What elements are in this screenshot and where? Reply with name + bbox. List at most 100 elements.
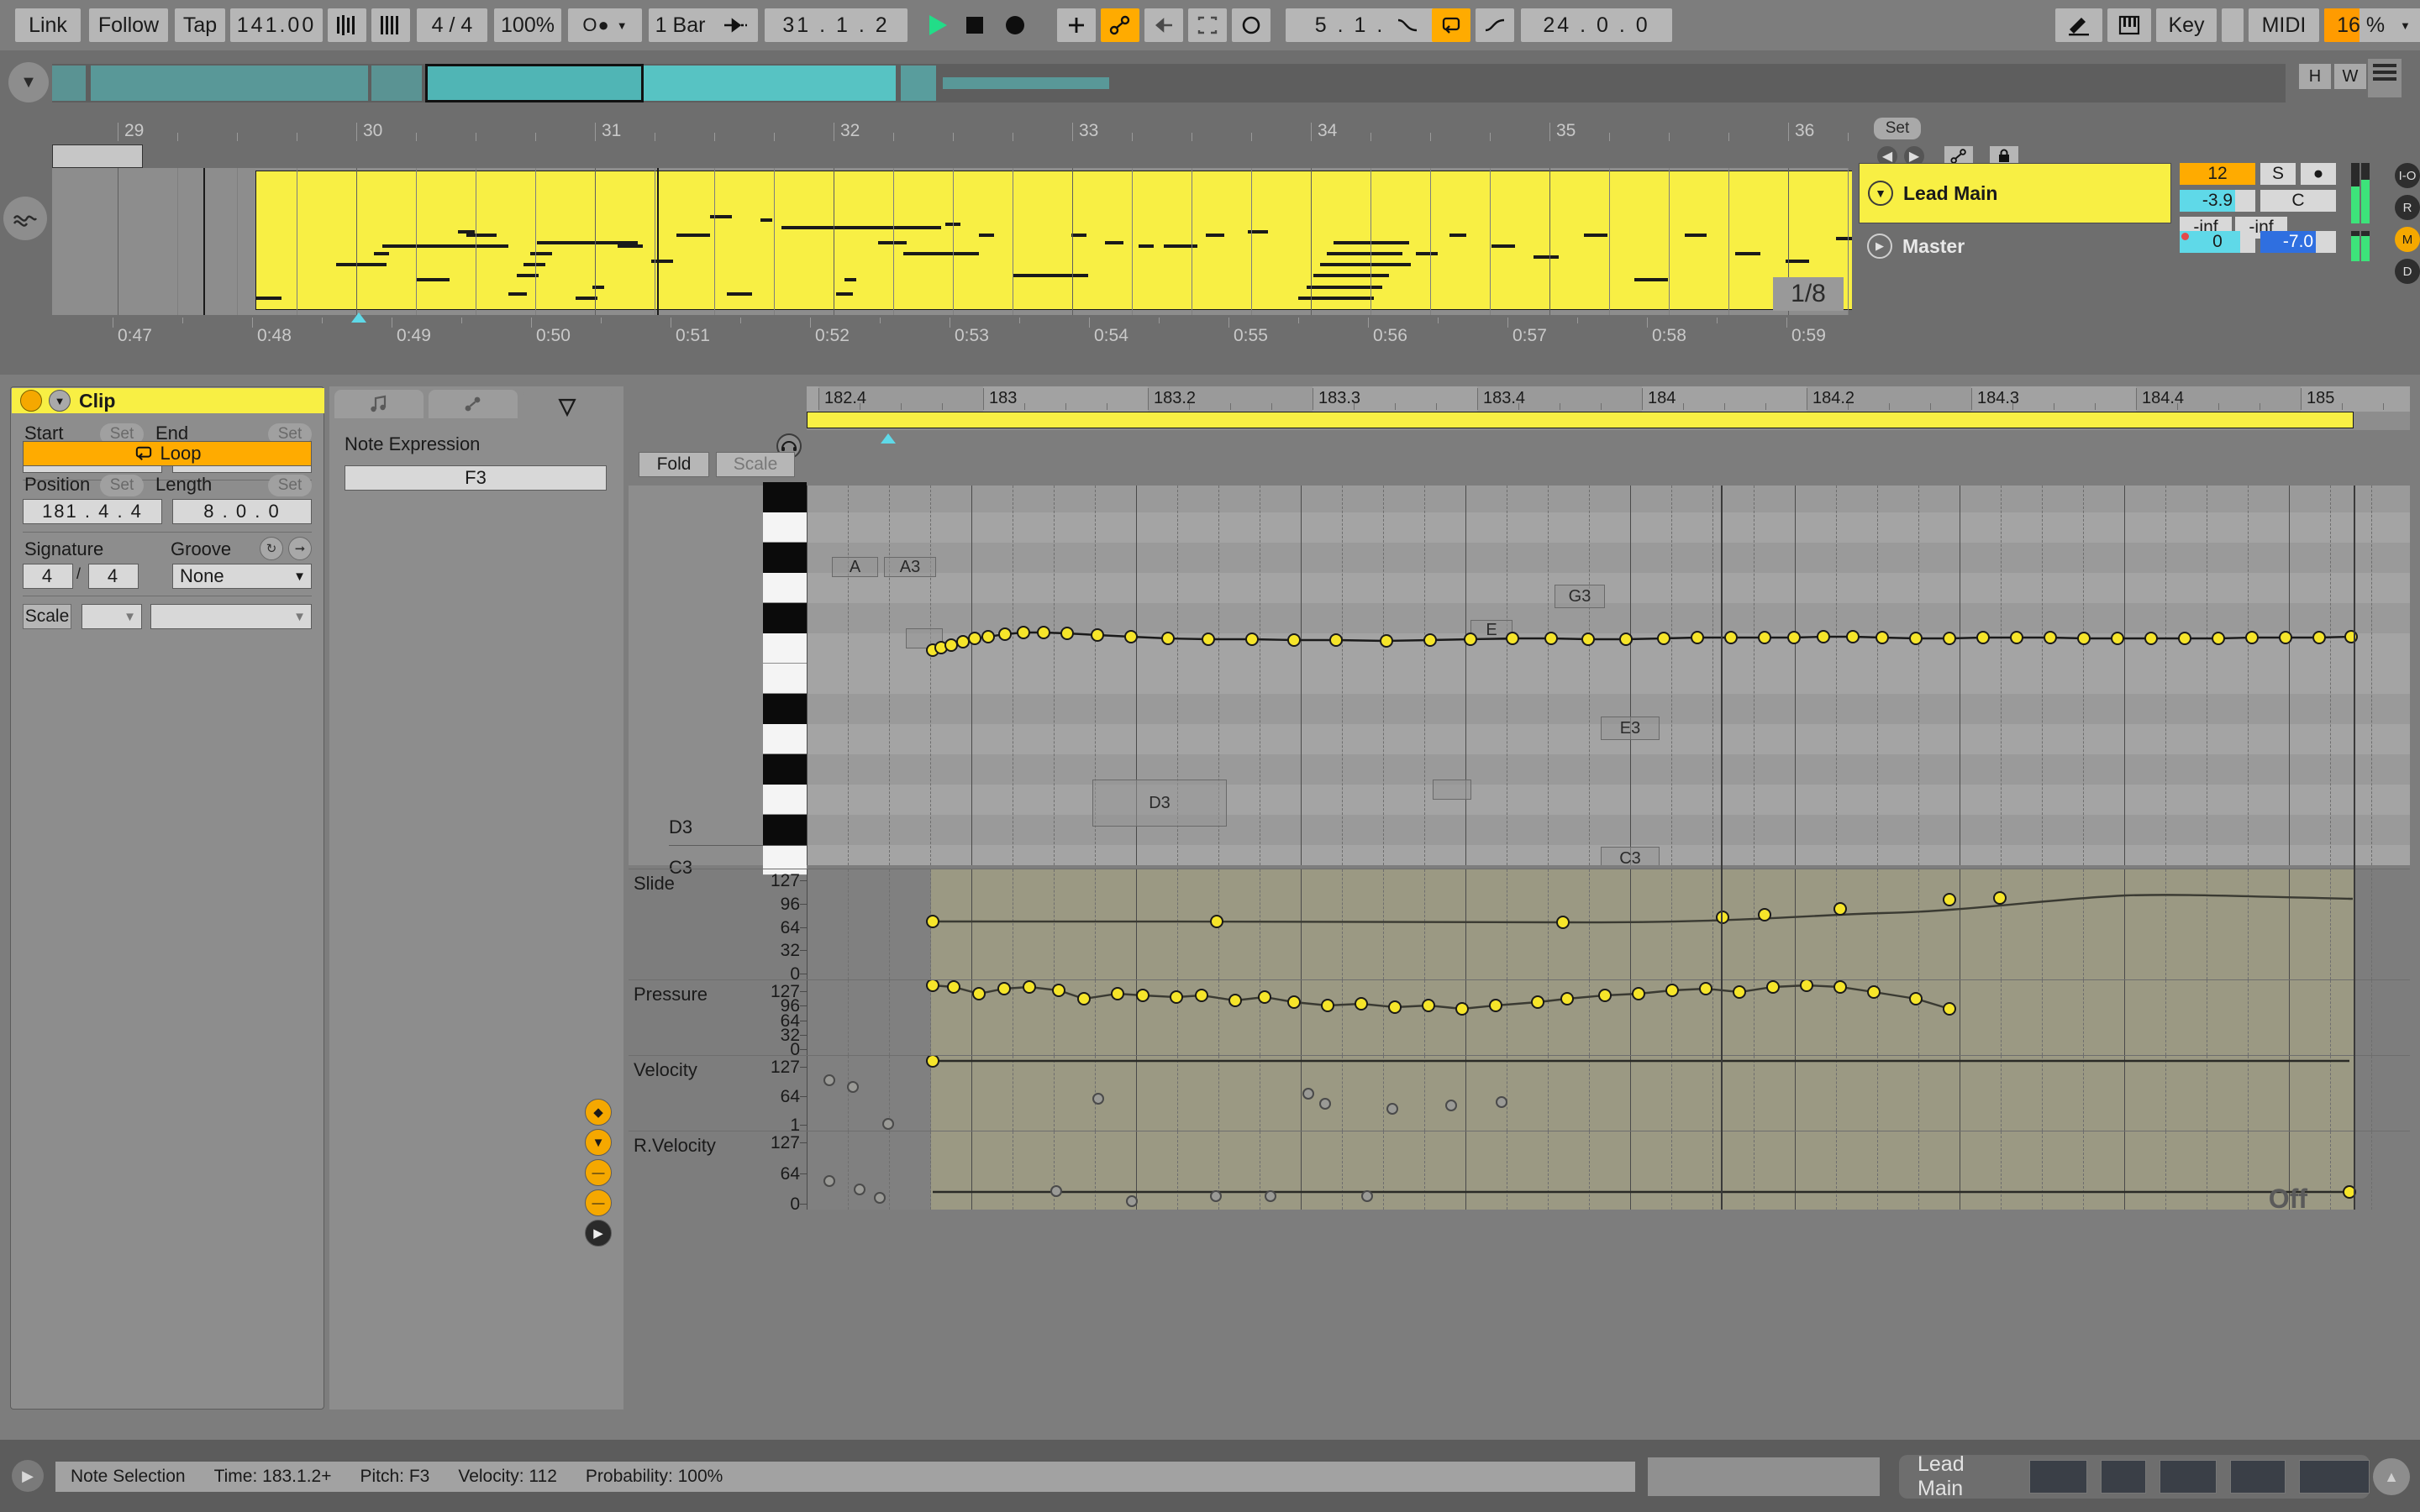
pressure-breakpoint[interactable] bbox=[972, 987, 986, 1000]
pressure-breakpoint[interactable] bbox=[1909, 992, 1923, 1005]
device-chain-strip[interactable]: Lead Main bbox=[1899, 1452, 2370, 1500]
expression-breakpoint[interactable] bbox=[1161, 632, 1175, 645]
track-header-master[interactable]: ▶ Master bbox=[1859, 231, 2171, 261]
position-field[interactable]: 181 . 4 . 4 bbox=[23, 499, 162, 524]
automation-mode-button[interactable] bbox=[1101, 8, 1139, 42]
expression-breakpoint[interactable] bbox=[2111, 632, 2124, 645]
arrangement-time-ruler[interactable]: 0:47 0:48 0:49 0:50 0:51 0:52 0:53 0:54 0:55 0:56… bbox=[52, 312, 1996, 351]
expression-breakpoint[interactable] bbox=[1909, 632, 1923, 645]
overview-waveform-strip[interactable] bbox=[52, 64, 2286, 102]
signature-denominator-field[interactable]: 4 bbox=[88, 564, 139, 589]
pressure-breakpoint[interactable] bbox=[1258, 990, 1271, 1004]
lane-rvelocity[interactable]: R.Velocity Off 127 64 0 bbox=[629, 1131, 2410, 1214]
expression-breakpoint[interactable] bbox=[981, 630, 995, 643]
lane-velocity[interactable]: Velocity 127 64 1 bbox=[629, 1055, 2410, 1135]
expression-breakpoint[interactable] bbox=[1691, 631, 1704, 644]
metronome-subdivision-icon[interactable] bbox=[371, 8, 410, 42]
slide-breakpoint[interactable] bbox=[1716, 911, 1729, 924]
pressure-breakpoint[interactable] bbox=[1560, 992, 1574, 1005]
expression-breakpoint[interactable] bbox=[1976, 631, 1990, 644]
piano-key-black[interactable] bbox=[763, 694, 807, 724]
mixer-rail-button[interactable]: M bbox=[2395, 227, 2420, 252]
ghost-note[interactable]: C3 bbox=[1601, 847, 1660, 865]
expression-breakpoint[interactable] bbox=[2178, 632, 2191, 645]
track-name-lead-main[interactable]: Lead Main bbox=[1903, 182, 1997, 205]
draw-mode-button[interactable] bbox=[1057, 8, 1096, 42]
pressure-breakpoint[interactable] bbox=[1136, 989, 1150, 1002]
volume-field[interactable]: -3.9 bbox=[2180, 190, 2255, 212]
expression-breakpoint[interactable] bbox=[1329, 633, 1343, 647]
master-volume-field[interactable]: -7.0 bbox=[2260, 231, 2336, 253]
pressure-breakpoint[interactable] bbox=[1531, 995, 1544, 1009]
pressure-breakpoint[interactable] bbox=[1489, 999, 1502, 1012]
slide-breakpoint[interactable] bbox=[1943, 893, 1956, 906]
clip-loop-bar[interactable] bbox=[807, 412, 2354, 428]
scale-toggle-button[interactable]: Scale bbox=[23, 604, 71, 629]
tempo-field[interactable]: 141.00 bbox=[230, 8, 323, 42]
device-thumbnail[interactable] bbox=[2230, 1460, 2286, 1494]
slide-breakpoint[interactable] bbox=[1556, 916, 1570, 929]
expression-breakpoint[interactable] bbox=[2077, 632, 2091, 645]
pressure-breakpoint[interactable] bbox=[1833, 980, 1847, 994]
expression-breakpoint[interactable] bbox=[1758, 631, 1771, 644]
expression-breakpoint[interactable] bbox=[968, 632, 981, 645]
punch-in-toggle[interactable] bbox=[1388, 8, 1427, 42]
key-map-button[interactable]: Key bbox=[2156, 8, 2217, 42]
scale-button[interactable]: Scale bbox=[716, 452, 795, 477]
pressure-breakpoint[interactable] bbox=[1023, 980, 1036, 994]
arrangement-track-lane[interactable] bbox=[52, 168, 2386, 315]
expression-breakpoint[interactable] bbox=[998, 627, 1012, 641]
fold-lanes-icon[interactable]: ◆ bbox=[585, 1099, 612, 1126]
slide-breakpoint[interactable] bbox=[1993, 891, 2007, 905]
expression-breakpoint[interactable] bbox=[1876, 631, 1889, 644]
expression-breakpoint[interactable] bbox=[1423, 633, 1437, 647]
piano-roll-note-grid[interactable]: A A3 D3 E G3 E3 C3 bbox=[807, 486, 2410, 865]
pressure-breakpoint[interactable] bbox=[947, 980, 960, 994]
groove-selector[interactable]: None ▼ bbox=[172, 564, 312, 589]
expression-breakpoint[interactable] bbox=[1619, 633, 1633, 646]
expression-breakpoint[interactable] bbox=[1037, 626, 1050, 639]
pressure-breakpoint[interactable] bbox=[1355, 997, 1368, 1011]
pressure-breakpoint[interactable] bbox=[1052, 984, 1065, 997]
piano-key-black[interactable] bbox=[763, 482, 807, 512]
io-rail-button[interactable]: I-O bbox=[2395, 163, 2420, 188]
expression-breakpoint[interactable] bbox=[2010, 631, 2023, 644]
fold-button[interactable]: Fold bbox=[639, 452, 709, 477]
device-thumbnail[interactable] bbox=[2028, 1460, 2088, 1494]
arrangement-overview[interactable]: H W ▼ bbox=[0, 50, 2420, 114]
pressure-breakpoint[interactable] bbox=[1766, 980, 1780, 994]
slide-breakpoint[interactable] bbox=[926, 915, 939, 928]
midi-arrangement-overdub-button[interactable] bbox=[1232, 8, 1270, 42]
tap-tempo-button[interactable]: Tap bbox=[175, 8, 225, 42]
overview-viewport-frame[interactable] bbox=[425, 64, 644, 102]
ghost-note[interactable]: D3 bbox=[1092, 780, 1227, 827]
expression-breakpoint[interactable] bbox=[1544, 632, 1558, 645]
collapse-lanes-icon[interactable]: ▼ bbox=[585, 1129, 612, 1156]
chevron-down-icon[interactable]: ▼ bbox=[49, 390, 71, 412]
expression-breakpoint[interactable] bbox=[1060, 627, 1074, 640]
delay-rail-button[interactable]: D bbox=[2395, 259, 2420, 284]
show-device-view-button[interactable]: ▲ bbox=[2373, 1458, 2410, 1495]
tab-envelopes[interactable] bbox=[429, 390, 518, 418]
returns-rail-button[interactable]: R bbox=[2395, 195, 2420, 220]
refresh-icon[interactable]: ↻ bbox=[260, 537, 283, 560]
status-expand-button[interactable]: ▶ bbox=[12, 1460, 44, 1492]
expression-breakpoint[interactable] bbox=[1287, 633, 1301, 647]
ghost-note[interactable]: A bbox=[832, 557, 878, 577]
pressure-breakpoint[interactable] bbox=[1321, 999, 1334, 1012]
overview-fold-icon[interactable]: ▼ bbox=[8, 62, 49, 102]
pressure-breakpoint[interactable] bbox=[1111, 987, 1124, 1000]
scale-root-selector[interactable]: ▼ bbox=[82, 604, 142, 629]
set-locator-button[interactable]: Set bbox=[1874, 118, 1921, 139]
time-signature-field[interactable]: 4 / 4 bbox=[417, 8, 487, 42]
arrangement-loop-icon[interactable] bbox=[3, 197, 47, 240]
solo-button[interactable]: S bbox=[2260, 163, 2296, 185]
slide-breakpoint[interactable] bbox=[1833, 902, 1847, 916]
expression-breakpoint[interactable] bbox=[1846, 630, 1860, 643]
piano-key-white[interactable] bbox=[763, 724, 807, 754]
pressure-breakpoint[interactable] bbox=[1422, 999, 1435, 1012]
punch-in-icon[interactable] bbox=[713, 8, 758, 42]
expression-breakpoint[interactable] bbox=[1817, 630, 1830, 643]
expression-breakpoint[interactable] bbox=[2344, 630, 2358, 643]
overview-width-button[interactable]: W bbox=[2334, 64, 2366, 89]
